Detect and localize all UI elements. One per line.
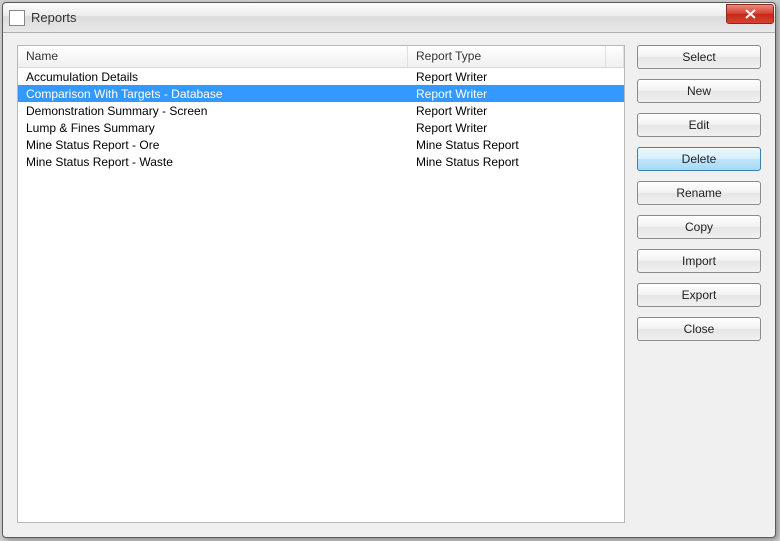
table-row[interactable]: Lump & Fines SummaryReport Writer <box>18 119 624 136</box>
select-button[interactable]: Select <box>637 45 761 69</box>
table-row[interactable]: Mine Status Report - OreMine Status Repo… <box>18 136 624 153</box>
close-icon <box>745 9 756 19</box>
window-close-button[interactable] <box>726 4 774 24</box>
copy-button[interactable]: Copy <box>637 215 761 239</box>
cell-name: Accumulation Details <box>18 70 408 84</box>
cell-type: Report Writer <box>408 104 624 118</box>
app-icon <box>9 10 25 26</box>
cell-name: Mine Status Report - Ore <box>18 138 408 152</box>
content-area: Name Report Type Accumulation DetailsRep… <box>3 33 775 537</box>
titlebar[interactable]: Reports <box>3 3 775 33</box>
column-header-spacer <box>606 46 624 67</box>
cell-name: Comparison With Targets - Database <box>18 87 408 101</box>
cell-type: Mine Status Report <box>408 155 624 169</box>
reports-window: Reports Name Report Type Accumulation De… <box>2 2 776 538</box>
export-button[interactable]: Export <box>637 283 761 307</box>
window-title: Reports <box>31 10 77 25</box>
column-header-name[interactable]: Name <box>18 46 408 67</box>
list-body[interactable]: Accumulation DetailsReport WriterCompari… <box>18 68 624 522</box>
cell-name: Demonstration Summary - Screen <box>18 104 408 118</box>
cell-type: Report Writer <box>408 87 624 101</box>
list-header: Name Report Type <box>18 46 624 68</box>
cell-name: Lump & Fines Summary <box>18 121 408 135</box>
table-row[interactable]: Demonstration Summary - ScreenReport Wri… <box>18 102 624 119</box>
cell-type: Mine Status Report <box>408 138 624 152</box>
rename-button[interactable]: Rename <box>637 181 761 205</box>
delete-button[interactable]: Delete <box>637 147 761 171</box>
cell-name: Mine Status Report - Waste <box>18 155 408 169</box>
import-button[interactable]: Import <box>637 249 761 273</box>
cell-type: Report Writer <box>408 70 624 84</box>
table-row[interactable]: Comparison With Targets - DatabaseReport… <box>18 85 624 102</box>
table-row[interactable]: Mine Status Report - WasteMine Status Re… <box>18 153 624 170</box>
edit-button[interactable]: Edit <box>637 113 761 137</box>
new-button[interactable]: New <box>637 79 761 103</box>
close-button[interactable]: Close <box>637 317 761 341</box>
table-row[interactable]: Accumulation DetailsReport Writer <box>18 68 624 85</box>
column-header-type[interactable]: Report Type <box>408 46 606 67</box>
button-panel: Select New Edit Delete Rename Copy Import Expor… <box>637 45 761 523</box>
reports-list: Name Report Type Accumulation DetailsRep… <box>17 45 625 523</box>
cell-type: Report Writer <box>408 121 624 135</box>
